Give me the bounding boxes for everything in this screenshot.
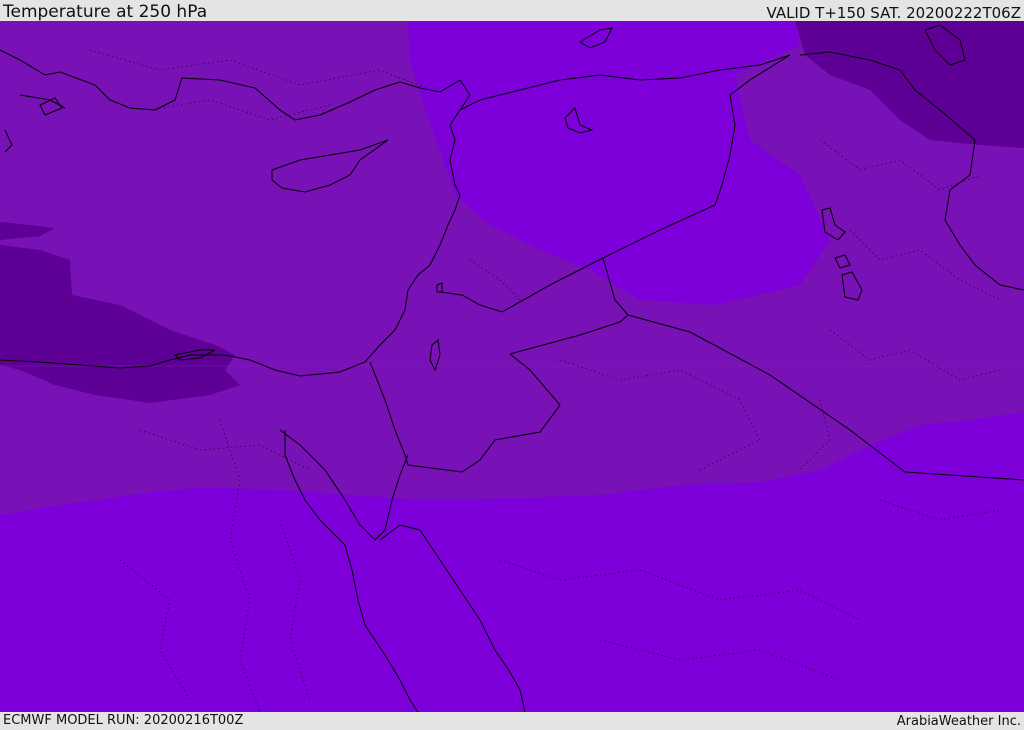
- footer-bar: ECMWF MODEL RUN: 20200216T00Z ArabiaWeat…: [0, 712, 1024, 729]
- field-warm-spot: [653, 211, 663, 225]
- model-run-label: ECMWF MODEL RUN: 20200216T00Z: [3, 713, 244, 728]
- temperature-map: [0, 21, 1024, 712]
- map-title: Temperature at 250 hPa: [3, 2, 208, 22]
- credit-label: ArabiaWeather Inc.: [896, 714, 1021, 729]
- valid-time: VALID T+150 SAT. 20200222T06Z: [766, 4, 1021, 22]
- header-bar: Temperature at 250 hPa VALID T+150 SAT. …: [0, 0, 1024, 22]
